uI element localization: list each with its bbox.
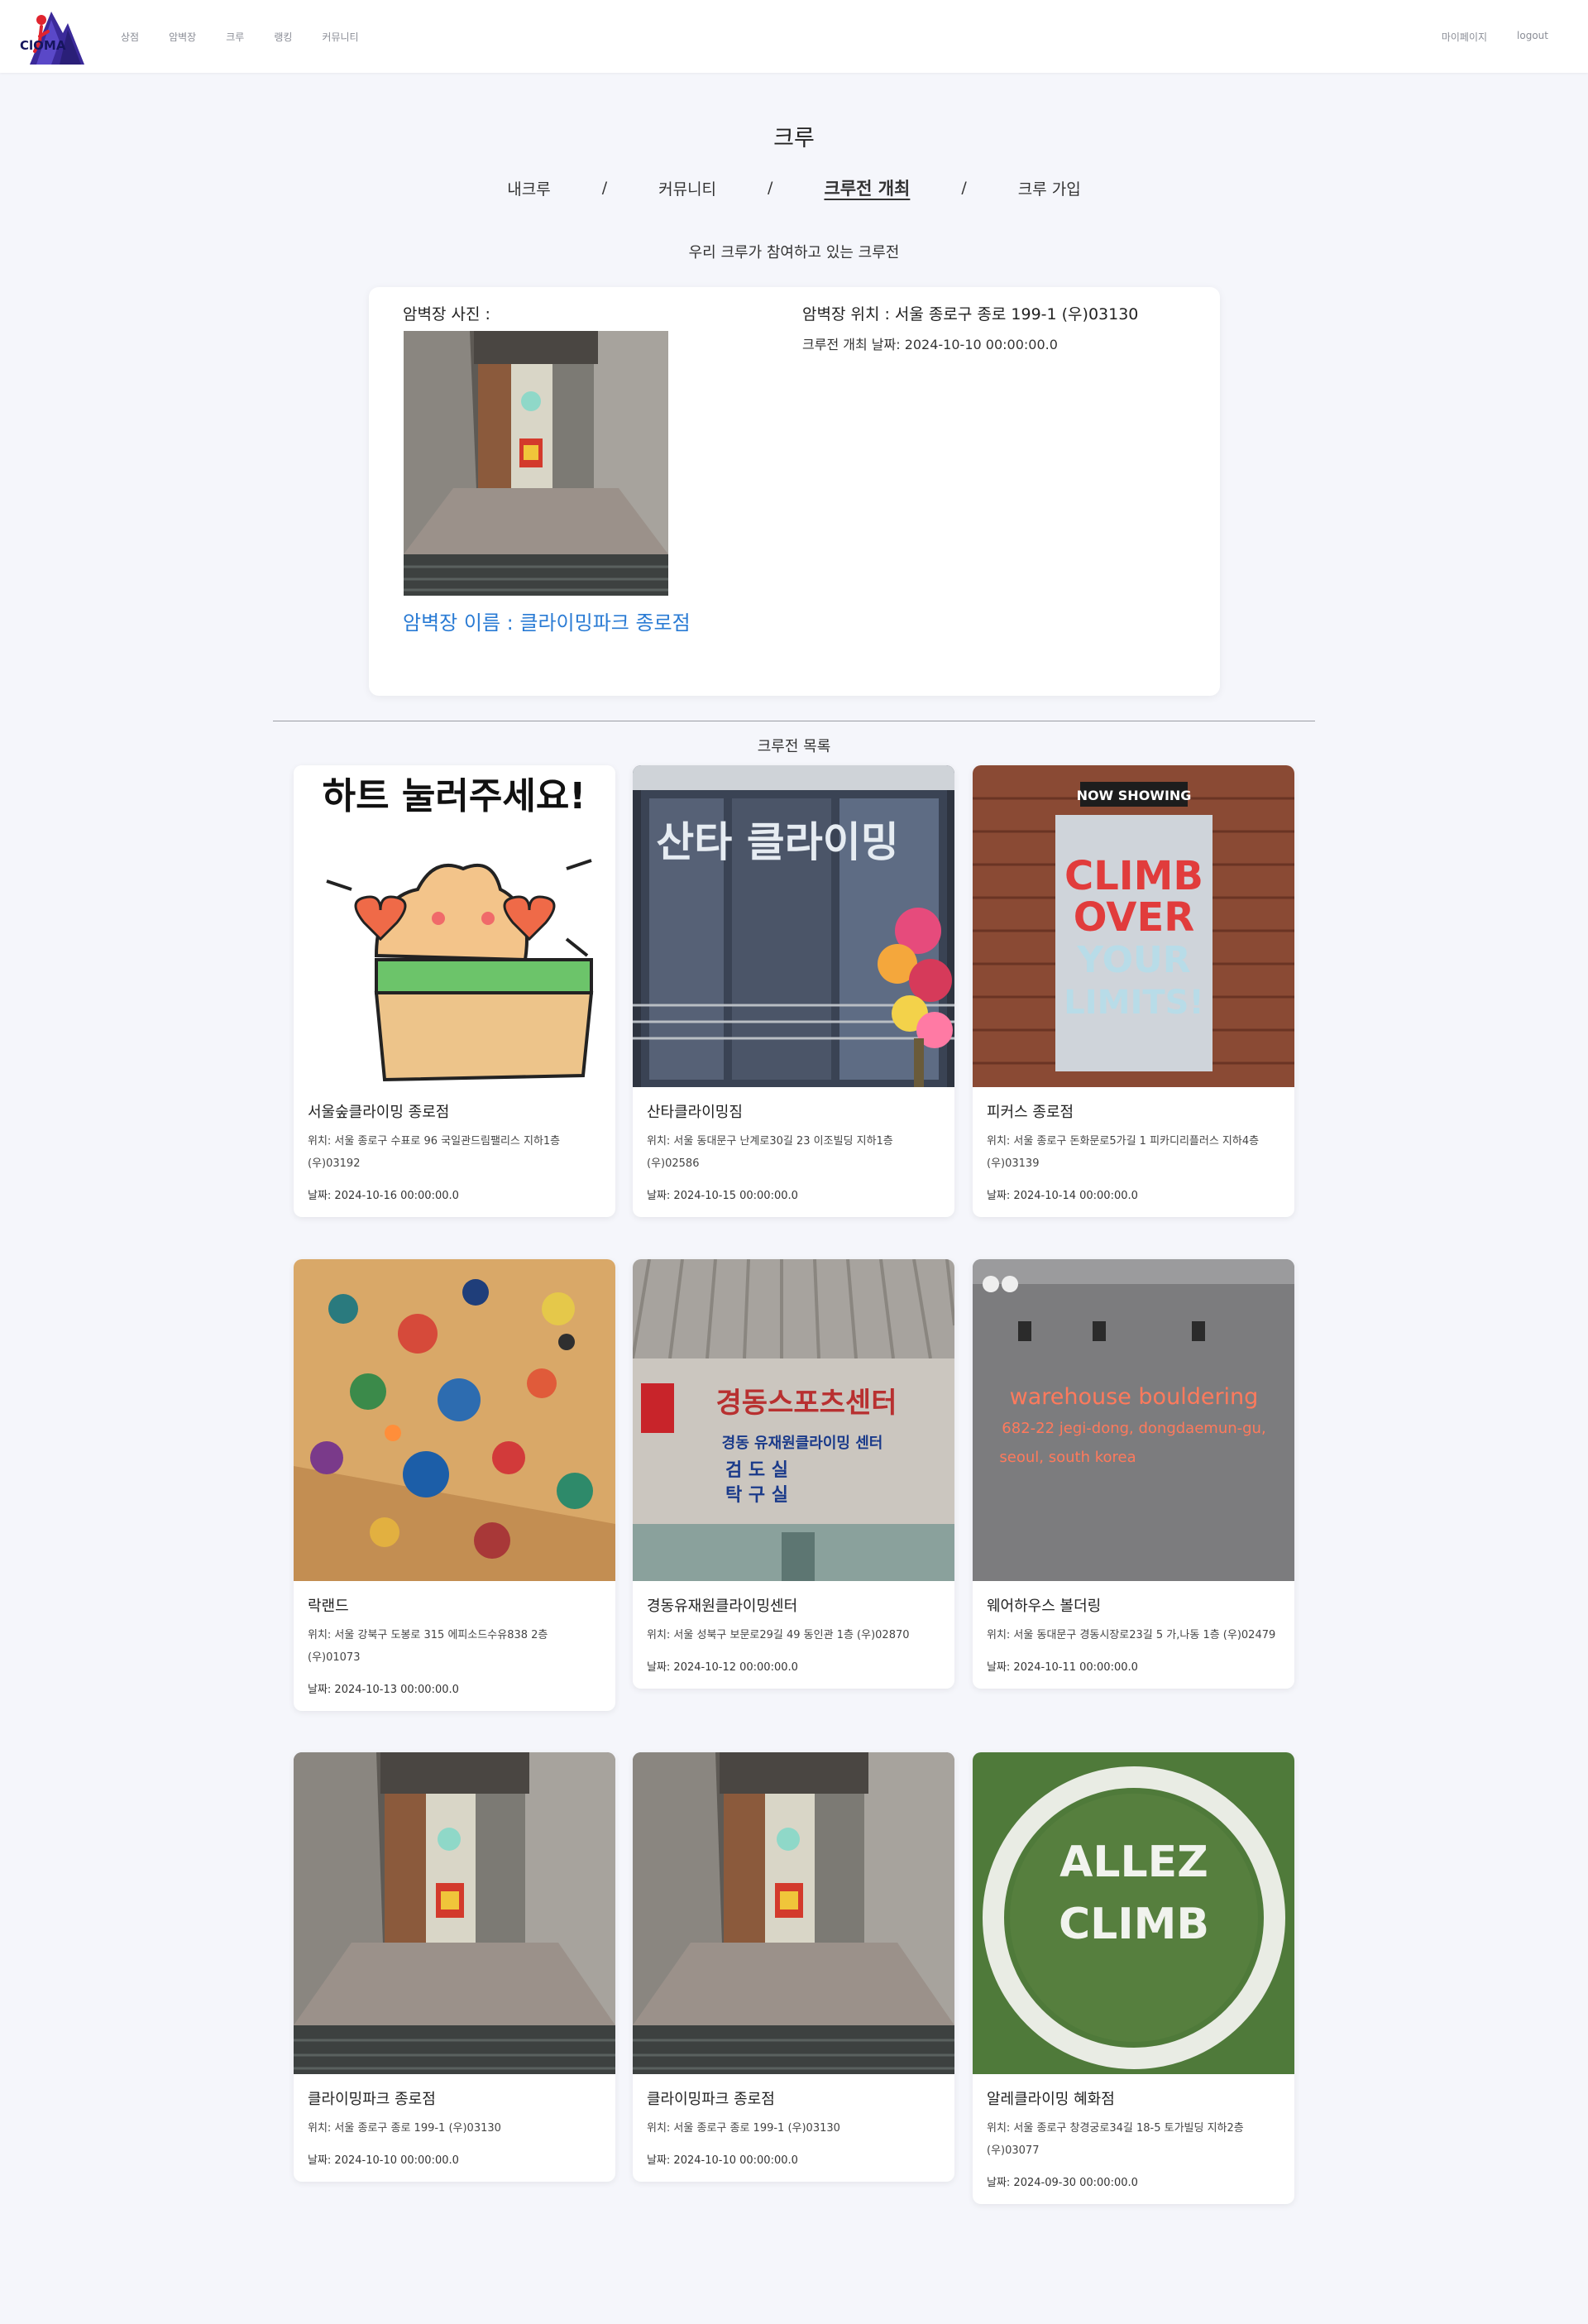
svg-text:YOUR: YOUR — [1076, 939, 1190, 981]
card-address: 위치: 서울 성북구 보문로29길 49 동인관 1층 (우)02870 — [647, 1629, 910, 1641]
tab-separator: / — [768, 179, 773, 197]
card-date: 날짜: 2024-10-15 00:00:00.0 — [647, 1190, 798, 1202]
crew-match-card[interactable]: ALLEZ CLIMB 알레클라이밍 혜화점 위치: 서울 종로구 창경궁로34… — [973, 1752, 1294, 2204]
featured-crew-match-card: 암벽장 사진 : 암벽장 이름 : 클라이밍파크 종로점 암벽장 위치 : 서울… — [369, 287, 1220, 696]
crew-match-list-title: 크루전 목록 — [757, 738, 831, 755]
card-address: 위치: 서울 종로구 수표로 96 국일관드림팰리스 지하1층 (우)03192 — [308, 1135, 561, 1170]
card-image — [294, 1259, 615, 1581]
nav-logout[interactable]: logout — [1517, 30, 1548, 44]
nav-ranking[interactable]: 랭킹 — [274, 30, 292, 44]
card-address: 위치: 서울 종로구 창경궁로34길 18-5 토가빌딩 지하2층 (우)030… — [987, 2122, 1244, 2157]
climber-logo-icon — [30, 12, 84, 65]
card-image: 경동스포츠센터 경동 유재원클라이밍 센터 검 도 실 탁 구 실 — [633, 1259, 954, 1581]
tab-community[interactable]: 커뮤니티 — [655, 177, 720, 199]
card-gym-name: 알레클라이밍 혜화점 — [987, 2091, 1115, 2108]
svg-text:LIMITS!: LIMITS! — [1064, 984, 1203, 1022]
gym-photo — [404, 331, 668, 596]
card-image: ALLEZ CLIMB — [973, 1752, 1294, 2074]
card-image: 산타 클라이밍 — [633, 765, 954, 1087]
card-image: NOW SHOWING CLIMB OVER YOUR LIMITS! — [973, 765, 1294, 1087]
card-image — [294, 1752, 615, 2074]
svg-text:하트 눌러주세요!: 하트 눌러주세요! — [323, 775, 586, 817]
main-nav: 상점 암벽장 크루 랭킹 커뮤니티 — [121, 30, 359, 44]
card-gym-name: 경동유재원클라이밍센터 — [647, 1598, 798, 1615]
logo-text: ClOMA — [20, 38, 66, 53]
gym-photo-label: 암벽장 사진 : — [403, 305, 490, 323]
tab-separator: / — [601, 179, 608, 197]
card-gym-name: 서울숲클라이밍 종로점 — [308, 1104, 450, 1121]
nav-mypage[interactable]: 마이페이지 — [1442, 30, 1487, 44]
card-address: 위치: 서울 동대문구 경동시장로23길 5 가,나동 1층 (우)02479 — [987, 1629, 1276, 1641]
crew-match-card[interactable]: warehouse bouldering 682-22 jegi-dong, d… — [973, 1259, 1294, 1689]
svg-text:warehouse bouldering: warehouse bouldering — [1010, 1384, 1259, 1410]
crew-match-card[interactable]: NOW SHOWING CLIMB OVER YOUR LIMITS! 피커스 … — [973, 765, 1294, 1217]
crew-match-card[interactable]: 클라이밍파크 종로점 위치: 서울 종로구 종로 199-1 (우)03130 … — [294, 1752, 615, 2182]
card-gym-name: 락랜드 — [308, 1598, 349, 1615]
crew-match-card[interactable]: 락랜드 위치: 서울 강북구 도봉로 315 에피소드수유838 2층 (우)0… — [294, 1259, 615, 1711]
card-gym-name: 클라이밍파크 종로점 — [308, 2091, 436, 2108]
svg-text:OVER: OVER — [1074, 894, 1194, 941]
card-date: 날짜: 2024-10-10 00:00:00.0 — [647, 2154, 798, 2167]
card-gym-name: 클라이밍파크 종로점 — [647, 2091, 775, 2108]
card-image: 하트 눌러주세요! — [294, 765, 615, 1087]
tab-separator: / — [961, 179, 967, 197]
card-date: 날짜: 2024-09-30 00:00:00.0 — [987, 2177, 1138, 2189]
card-address: 위치: 서울 동대문구 난계로30길 23 이조빌딩 지하1층 (우)02586 — [647, 1135, 893, 1170]
logo[interactable] — [26, 8, 86, 66]
nav-shop[interactable]: 상점 — [121, 30, 139, 44]
crew-match-card[interactable]: 경동스포츠센터 경동 유재원클라이밍 센터 검 도 실 탁 구 실 경동유재원클… — [633, 1259, 954, 1689]
top-navbar: ClOMA 상점 암벽장 크루 랭킹 커뮤니티 마이페이지 logout — [0, 0, 1588, 73]
card-address: 위치: 서울 종로구 종로 199-1 (우)03130 — [647, 2122, 840, 2135]
page-title: 크루 — [773, 126, 815, 151]
card-address: 위치: 서울 종로구 종로 199-1 (우)03130 — [308, 2122, 501, 2135]
crew-tabs: 내크루 / 커뮤니티 / 크루전 개최 / 크루 가입 — [0, 175, 1588, 200]
user-nav: 마이페이지 logout — [1442, 30, 1548, 44]
card-gym-name: 웨어하우스 볼더링 — [987, 1598, 1102, 1615]
nav-climbing-gym[interactable]: 암벽장 — [169, 30, 196, 44]
section-subtitle: 우리 크루가 참여하고 있는 크루전 — [688, 244, 900, 261]
svg-text:경동 유재원클라이밍 센터: 경동 유재원클라이밍 센터 — [722, 1435, 883, 1452]
card-date: 날짜: 2024-10-13 00:00:00.0 — [308, 1684, 459, 1696]
nav-crew[interactable]: 크루 — [226, 30, 244, 44]
card-address: 위치: 서울 종로구 돈화문로5가길 1 피카디리플러스 지하4층 (우)031… — [987, 1135, 1260, 1170]
card-date: 날짜: 2024-10-10 00:00:00.0 — [308, 2154, 459, 2167]
svg-text:탁 구 실: 탁 구 실 — [725, 1485, 788, 1506]
card-gym-name: 피커스 종로점 — [987, 1104, 1074, 1121]
svg-text:ALLEZ: ALLEZ — [1059, 1838, 1208, 1887]
card-address: 위치: 서울 강북구 도봉로 315 에피소드수유838 2층 (우)01073 — [308, 1629, 548, 1664]
crew-match-card[interactable]: 하트 눌러주세요! 서울숲클라이밍 종로점 위치: 서울 종로구 수표로 96 … — [294, 765, 615, 1217]
tab-crew-match-host[interactable]: 크루전 개최 — [820, 175, 913, 200]
svg-text:CLIMB: CLIMB — [1064, 853, 1203, 899]
svg-text:seoul, south korea: seoul, south korea — [999, 1449, 1136, 1466]
card-date: 날짜: 2024-10-16 00:00:00.0 — [308, 1190, 459, 1202]
tab-my-crew[interactable]: 내크루 — [504, 177, 553, 199]
card-date: 날짜: 2024-10-12 00:00:00.0 — [647, 1661, 798, 1674]
svg-text:산타 클라이밍: 산타 클라이밍 — [656, 818, 898, 866]
crew-match-card[interactable]: 클라이밍파크 종로점 위치: 서울 종로구 종로 199-1 (우)03130 … — [633, 1752, 954, 2182]
card-gym-name: 산타클라이밍짐 — [647, 1104, 743, 1121]
svg-text:682-22 jegi-dong, dongdaemun-g: 682-22 jegi-dong, dongdaemun-gu, — [1002, 1420, 1265, 1437]
card-date: 날짜: 2024-10-14 00:00:00.0 — [987, 1190, 1138, 1202]
nav-community[interactable]: 커뮤니티 — [322, 30, 358, 44]
card-image: warehouse bouldering 682-22 jegi-dong, d… — [973, 1259, 1294, 1581]
gym-location: 암벽장 위치 : 서울 종로구 종로 199-1 (우)03130 — [802, 305, 1139, 323]
svg-text:NOW SHOWING: NOW SHOWING — [1077, 788, 1192, 803]
tab-crew-join[interactable]: 크루 가입 — [1015, 177, 1084, 199]
card-date: 날짜: 2024-10-11 00:00:00.0 — [987, 1661, 1138, 1674]
svg-text:CLIMB: CLIMB — [1059, 1900, 1209, 1949]
svg-text:경동스포츠센터: 경동스포츠센터 — [716, 1387, 897, 1420]
card-image — [633, 1752, 954, 2074]
crew-match-card[interactable]: 산타 클라이밍 산타클라이밍짐 위치: 서울 동대문구 난계로30길 23 이조… — [633, 765, 954, 1217]
match-date: 크루전 개최 날짜: 2024-10-10 00:00:00.0 — [802, 337, 1058, 352]
svg-text:검 도 실: 검 도 실 — [725, 1460, 788, 1481]
gym-name-link[interactable]: 암벽장 이름 : 클라이밍파크 종로점 — [403, 606, 691, 635]
